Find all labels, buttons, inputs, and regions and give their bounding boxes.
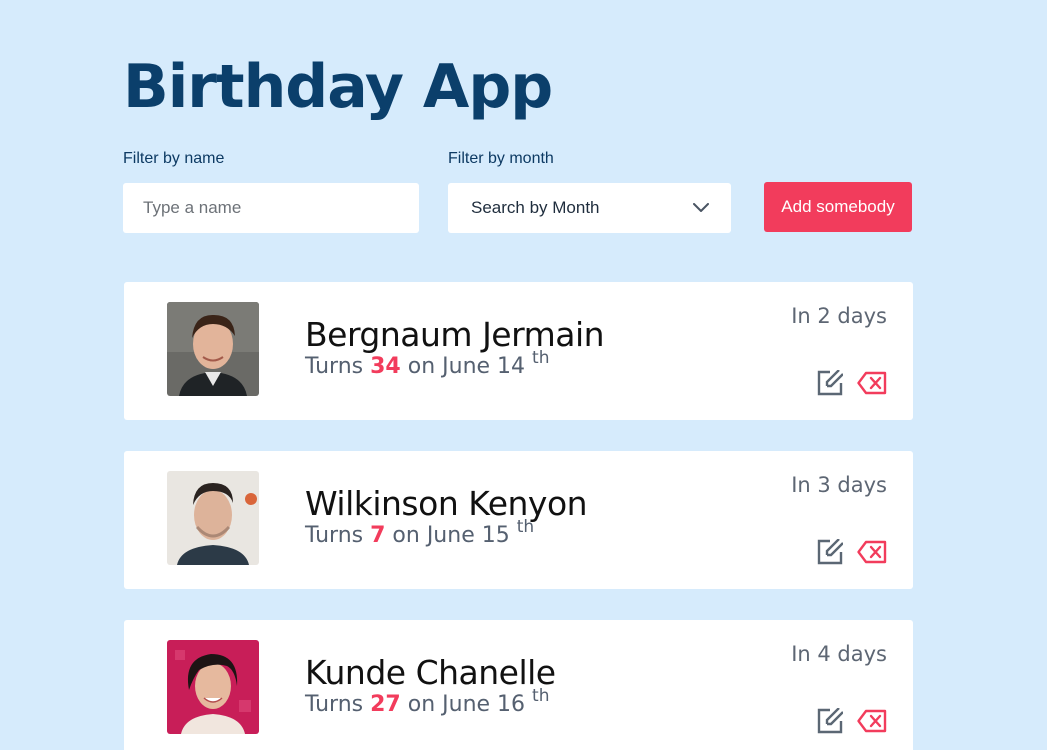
card-actions bbox=[817, 369, 887, 400]
age-value: 27 bbox=[370, 692, 401, 717]
person-name: Kunde Chanelle bbox=[305, 653, 556, 692]
age-value: 7 bbox=[370, 523, 386, 548]
card-actions bbox=[817, 707, 887, 738]
month-select-value: Search by Month bbox=[471, 198, 600, 217]
month-filter-select[interactable]: Search by Month bbox=[448, 183, 731, 233]
edit-icon[interactable] bbox=[817, 707, 844, 738]
edit-icon[interactable] bbox=[817, 369, 844, 400]
avatar bbox=[167, 471, 259, 565]
birthday-info: Turns 27 on June 16 th bbox=[305, 686, 550, 717]
birthday-card: Bergnaum Jermain Turns 34 on June 14 th … bbox=[124, 282, 913, 420]
delete-icon[interactable] bbox=[857, 709, 887, 737]
filter-month-label: Filter by month bbox=[448, 150, 554, 167]
avatar bbox=[167, 640, 259, 734]
chevron-down-icon bbox=[693, 203, 709, 213]
days-until: In 4 days bbox=[791, 642, 887, 666]
birthday-info: Turns 7 on June 15 th bbox=[305, 517, 535, 548]
birthday-card: Kunde Chanelle Turns 27 on June 16 th In… bbox=[124, 620, 913, 750]
name-filter-input[interactable] bbox=[123, 183, 419, 233]
birthday-info: Turns 34 on June 14 th bbox=[305, 348, 550, 379]
card-actions bbox=[817, 538, 887, 569]
days-until: In 3 days bbox=[791, 473, 887, 497]
age-value: 34 bbox=[370, 354, 401, 379]
avatar bbox=[167, 302, 259, 396]
edit-icon[interactable] bbox=[817, 538, 844, 569]
person-name: Wilkinson Kenyon bbox=[305, 484, 588, 523]
filter-name-label: Filter by name bbox=[123, 150, 225, 167]
days-until: In 2 days bbox=[791, 304, 887, 328]
page-title: Birthday App bbox=[123, 52, 553, 122]
add-somebody-button[interactable]: Add somebody bbox=[764, 182, 912, 232]
person-name: Bergnaum Jermain bbox=[305, 315, 605, 354]
app-root: Birthday App Filter by name Filter by mo… bbox=[0, 0, 1047, 750]
birthday-card: Wilkinson Kenyon Turns 7 on June 15 th I… bbox=[124, 451, 913, 589]
delete-icon[interactable] bbox=[857, 540, 887, 568]
delete-icon[interactable] bbox=[857, 371, 887, 399]
